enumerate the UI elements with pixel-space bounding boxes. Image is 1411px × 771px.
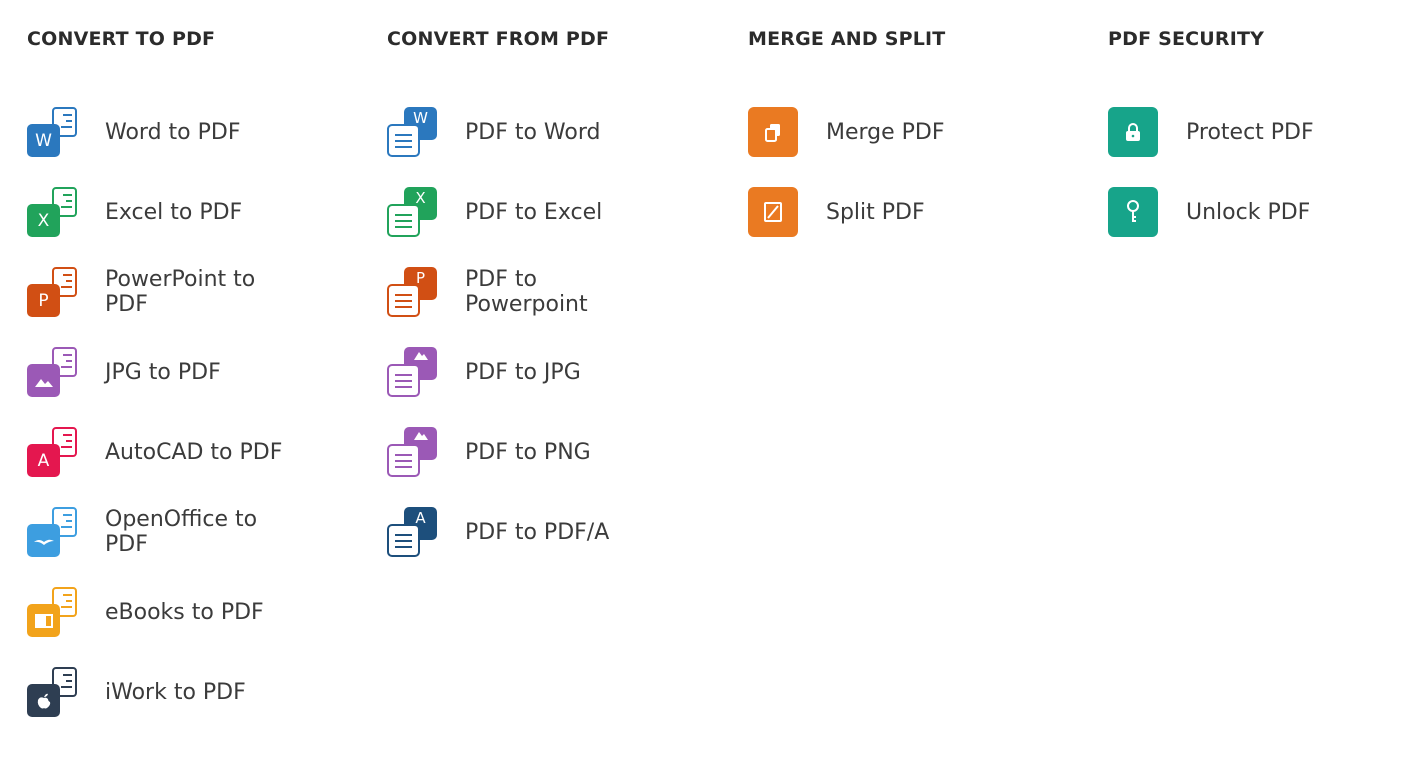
pdf-to-excel-icon: X (387, 187, 437, 237)
pdf-to-jpg-icon (387, 347, 437, 397)
menu-item-jpg-to-pdf[interactable]: JPG to PDF (27, 347, 305, 397)
menu-item-label: PDF to Excel (465, 199, 603, 225)
menu-item-pdf-to-excel[interactable]: X PDF to Excel (387, 187, 665, 237)
menu-item-label: OpenOffice to PDF (105, 507, 258, 557)
menu-item-iwork-to-pdf[interactable]: iWork to PDF (27, 667, 305, 717)
pdf-to-png-icon (387, 427, 437, 477)
column-title: CONVERT TO PDF (27, 28, 216, 50)
excel-to-pdf-icon: X (27, 187, 77, 237)
menu-item-label: iWork to PDF (105, 679, 246, 705)
menu-item-excel-to-pdf[interactable]: X Excel to PDF (27, 187, 305, 237)
menu-item-pdf-to-pdfa[interactable]: A PDF to PDF/A (387, 507, 665, 557)
menu-item-label: Unlock PDF (1186, 199, 1311, 225)
merge-pdf-icon (748, 107, 798, 157)
merge-and-split-column: MERGE AND SPLIT Merge PDF Split PDF (748, 26, 1078, 237)
openoffice-to-pdf-icon (27, 507, 77, 557)
menu-item-protect-pdf[interactable]: Protect PDF (1108, 107, 1314, 157)
menu-item-powerpoint-to-pdf[interactable]: P PowerPoint to PDF (27, 267, 305, 317)
menu-item-label: Protect PDF (1186, 119, 1314, 145)
key-icon (1108, 187, 1158, 237)
menu-item-label: PowerPoint to PDF (105, 267, 256, 317)
iwork-to-pdf-icon (27, 667, 77, 717)
pdf-to-word-icon: W (387, 107, 437, 157)
menu-item-label: Merge PDF (826, 119, 945, 145)
column-title: MERGE AND SPLIT (748, 28, 946, 50)
menu-item-label: PDF to PDF/A (465, 519, 610, 545)
tools-menu: CONVERT TO PDF W Word to PDF X Excel to … (0, 0, 1411, 771)
menu-item-ebooks-to-pdf[interactable]: eBooks to PDF (27, 587, 305, 637)
menu-item-pdf-to-word[interactable]: W PDF to Word (387, 107, 665, 157)
menu-item-label: AutoCAD to PDF (105, 439, 283, 465)
menu-item-label: PDF to Word (465, 119, 601, 145)
menu-item-label: Split PDF (826, 199, 925, 225)
word-to-pdf-icon: W (27, 107, 77, 157)
menu-item-label: Excel to PDF (105, 199, 243, 225)
jpg-to-pdf-icon (27, 347, 77, 397)
powerpoint-to-pdf-icon: P (27, 267, 77, 317)
menu-item-pdf-to-powerpoint[interactable]: P PDF to Powerpoint (387, 267, 665, 317)
menu-item-autocad-to-pdf[interactable]: A AutoCAD to PDF (27, 427, 305, 477)
split-pdf-icon (748, 187, 798, 237)
menu-item-merge-pdf[interactable]: Merge PDF (748, 107, 945, 157)
convert-from-pdf-column: CONVERT FROM PDF W PDF to Word X PDF to … (387, 26, 717, 557)
book-icon (27, 604, 60, 637)
menu-item-label: PDF to Powerpoint (465, 267, 588, 317)
menu-item-unlock-pdf[interactable]: Unlock PDF (1108, 187, 1314, 237)
menu-item-label: Word to PDF (105, 119, 241, 145)
menu-item-openoffice-to-pdf[interactable]: OpenOffice to PDF (27, 507, 305, 557)
menu-item-label: JPG to PDF (105, 359, 221, 385)
apple-icon (27, 684, 60, 717)
pdf-security-column: PDF SECURITY Protect PDF Unlock PDF (1108, 26, 1411, 237)
ebooks-to-pdf-icon (27, 587, 77, 637)
pdf-to-powerpoint-icon: P (387, 267, 437, 317)
menu-item-pdf-to-png[interactable]: PDF to PNG (387, 427, 665, 477)
image-icon (27, 364, 60, 397)
menu-item-pdf-to-jpg[interactable]: PDF to JPG (387, 347, 665, 397)
pdf-to-pdfa-icon: A (387, 507, 437, 557)
menu-item-label: PDF to PNG (465, 439, 591, 465)
gull-icon (27, 524, 60, 557)
menu-item-label: eBooks to PDF (105, 599, 264, 625)
column-title: PDF SECURITY (1108, 28, 1265, 50)
autocad-to-pdf-icon: A (27, 427, 77, 477)
menu-item-word-to-pdf[interactable]: W Word to PDF (27, 107, 305, 157)
convert-to-pdf-column: CONVERT TO PDF W Word to PDF X Excel to … (27, 26, 357, 717)
column-title: CONVERT FROM PDF (387, 28, 610, 50)
menu-item-split-pdf[interactable]: Split PDF (748, 187, 945, 237)
lock-icon (1108, 107, 1158, 157)
menu-item-label: PDF to JPG (465, 359, 581, 385)
